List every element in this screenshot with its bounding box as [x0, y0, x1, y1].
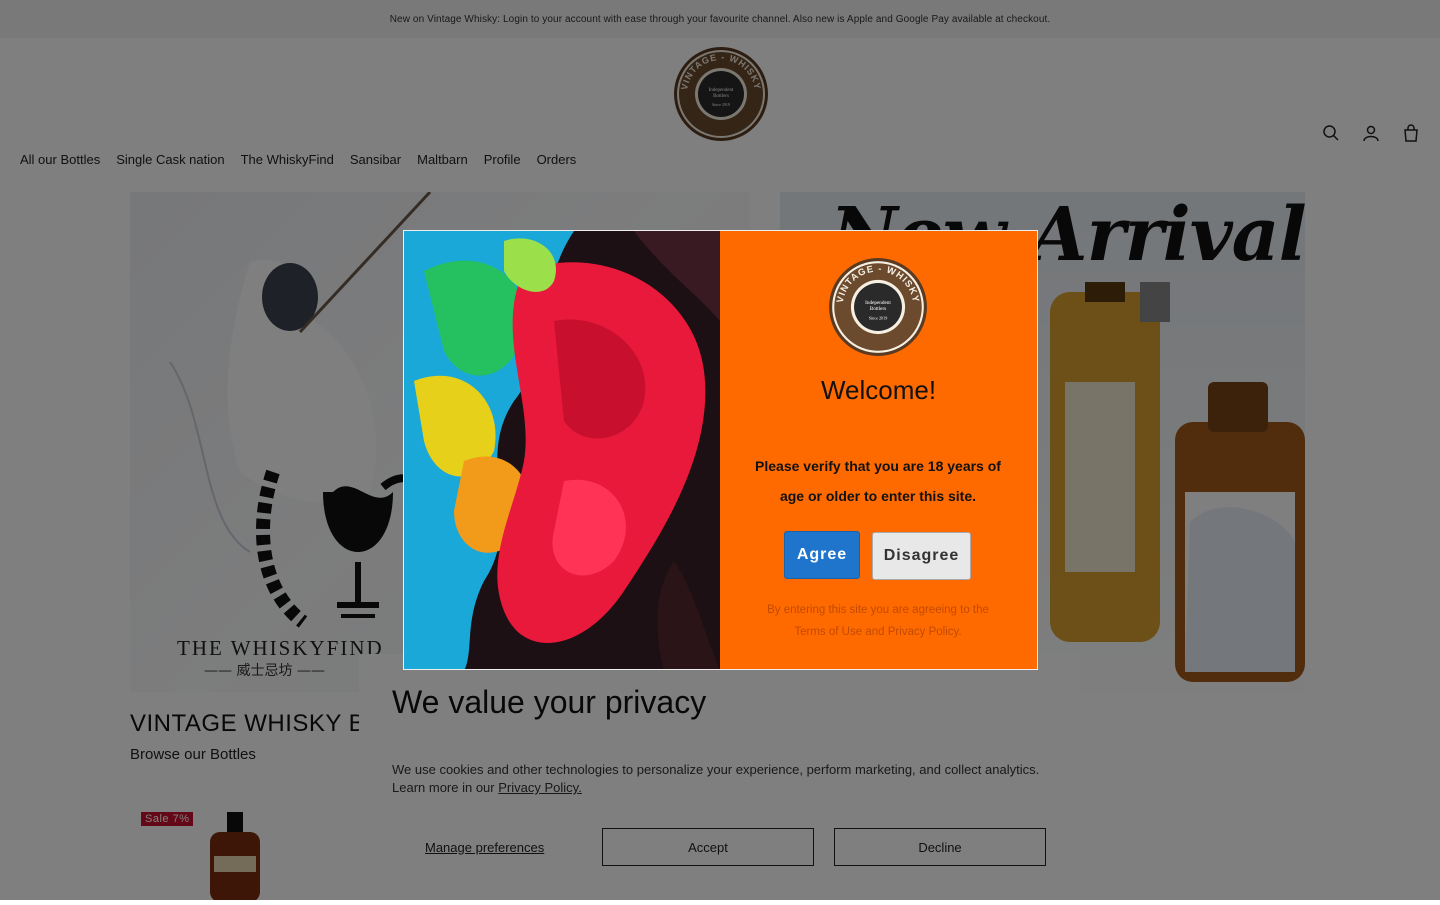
age-gate-logo: VINTAGE - WHISKY Independent Bottlers Si… — [828, 257, 928, 362]
age-verification-modal: VINTAGE - WHISKY Independent Bottlers Si… — [403, 230, 1038, 670]
age-gate-message: Please verify that you are 18 years of a… — [755, 458, 1001, 504]
age-gate-footer: By entering this site you are agreeing t… — [767, 604, 989, 638]
age-logo-line3: Since 2019 — [869, 316, 888, 321]
age-logo-line2: Bottlers — [870, 306, 886, 312]
ink-splash-image — [404, 231, 720, 669]
age-verification-panel: VINTAGE - WHISKY Independent Bottlers Si… — [720, 231, 1037, 669]
age-logo-line1: Independent — [865, 300, 891, 306]
disagree-button[interactable]: Disagree — [872, 532, 971, 580]
privacy-overlay — [359, 654, 1080, 900]
age-gate-title: Welcome! — [820, 375, 937, 405]
agree-button[interactable]: Agree — [784, 531, 860, 579]
